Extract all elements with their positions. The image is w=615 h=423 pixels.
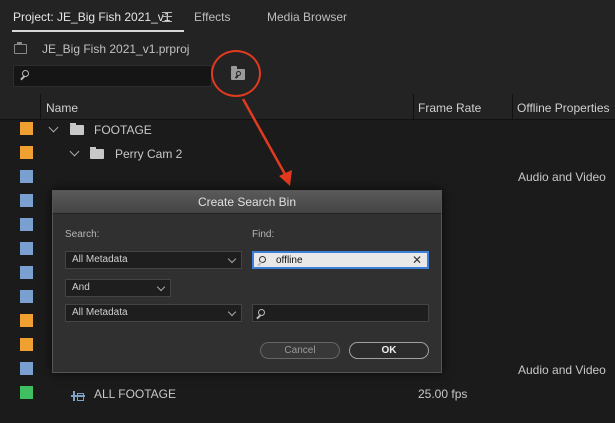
project-file-row: JE_Big Fish 2021_v1.prproj	[0, 34, 615, 62]
search-field-select-1[interactable]: All Metadata	[65, 251, 242, 269]
list-header: Name Frame Rate Offline Properties	[0, 94, 615, 120]
column-header-name[interactable]: Name	[46, 101, 78, 115]
list-item-footage[interactable]: FOOTAGE	[0, 118, 615, 142]
tab-effects[interactable]: Effects	[194, 10, 230, 24]
find-input-2[interactable]	[252, 304, 429, 322]
search-field-value: All Metadata	[72, 254, 128, 265]
project-file-name: JE_Big Fish 2021_v1.prproj	[42, 42, 190, 56]
label-color-swatch[interactable]	[20, 218, 33, 231]
operator-value: And	[72, 282, 90, 293]
column-header-frame-rate[interactable]: Frame Rate	[418, 101, 481, 115]
label-color-swatch[interactable]	[20, 194, 33, 207]
folder-icon	[90, 147, 104, 159]
list-item-clip[interactable]: Audio and Video	[0, 166, 615, 190]
search-row	[0, 62, 615, 94]
column-divider	[413, 94, 414, 119]
active-tab-underline	[12, 30, 184, 32]
panel-tab-bar: Project: JE_Big Fish 2021_v1 Effects Med…	[0, 0, 615, 34]
offline-properties-value: Audio and Video	[518, 170, 606, 184]
search-field-value: All Metadata	[72, 307, 128, 318]
clear-icon[interactable]: ✕	[412, 253, 422, 267]
ok-button[interactable]: OK	[349, 342, 429, 359]
project-file-icon	[14, 42, 27, 54]
find-label: Find:	[252, 229, 275, 240]
column-divider	[40, 94, 41, 119]
label-color-swatch[interactable]	[20, 314, 33, 327]
highlight-circle-annotation	[211, 50, 261, 97]
list-item-all-footage[interactable]: ALL FOOTAGE 25.00 fps	[0, 382, 615, 406]
label-color-swatch[interactable]	[20, 290, 33, 303]
operator-select[interactable]: And	[65, 279, 171, 297]
folder-icon	[70, 123, 84, 135]
project-search-input[interactable]	[13, 65, 212, 87]
tab-project[interactable]: Project: JE_Big Fish 2021_v1	[13, 10, 170, 24]
search-label: Search:	[65, 229, 100, 240]
label-color-swatch[interactable]	[20, 146, 33, 159]
find-input-value: offline	[276, 255, 303, 266]
label-color-swatch[interactable]	[20, 170, 33, 183]
label-color-swatch[interactable]	[20, 122, 33, 135]
tab-media-browser[interactable]: Media Browser	[267, 10, 347, 24]
chevron-down-icon	[227, 307, 237, 317]
item-name: ALL FOOTAGE	[94, 387, 177, 401]
search-field-select-2[interactable]: All Metadata	[65, 304, 242, 322]
chevron-down-icon	[156, 282, 166, 292]
chevron-down-icon	[227, 254, 237, 264]
label-color-swatch[interactable]	[20, 362, 33, 375]
search-icon	[259, 256, 266, 263]
dialog-title: Create Search Bin	[53, 191, 441, 214]
item-name: Perry Cam 2	[115, 147, 183, 161]
disclosure-triangle-icon[interactable]	[48, 122, 59, 133]
disclosure-triangle-icon[interactable]	[69, 146, 80, 157]
cancel-button[interactable]: Cancel	[260, 342, 340, 359]
list-item-perry-cam-2[interactable]: Perry Cam 2	[0, 142, 615, 166]
frame-rate-value: 25.00 fps	[418, 387, 468, 401]
find-input-1[interactable]: offline ✕	[252, 251, 429, 269]
item-name: FOOTAGE	[94, 123, 152, 137]
label-color-swatch[interactable]	[20, 386, 33, 399]
label-color-swatch[interactable]	[20, 242, 33, 255]
label-color-swatch[interactable]	[20, 266, 33, 279]
panel-menu-icon[interactable]	[162, 12, 172, 22]
search-icon	[258, 309, 265, 316]
search-icon	[22, 70, 29, 77]
create-search-bin-dialog: Create Search Bin Search: Find: All Meta…	[52, 190, 442, 373]
sequence-icon	[71, 390, 85, 402]
offline-properties-value: Audio and Video	[518, 363, 606, 377]
column-header-offline-properties[interactable]: Offline Properties	[517, 101, 610, 115]
label-color-swatch[interactable]	[20, 338, 33, 351]
column-divider	[512, 94, 513, 119]
